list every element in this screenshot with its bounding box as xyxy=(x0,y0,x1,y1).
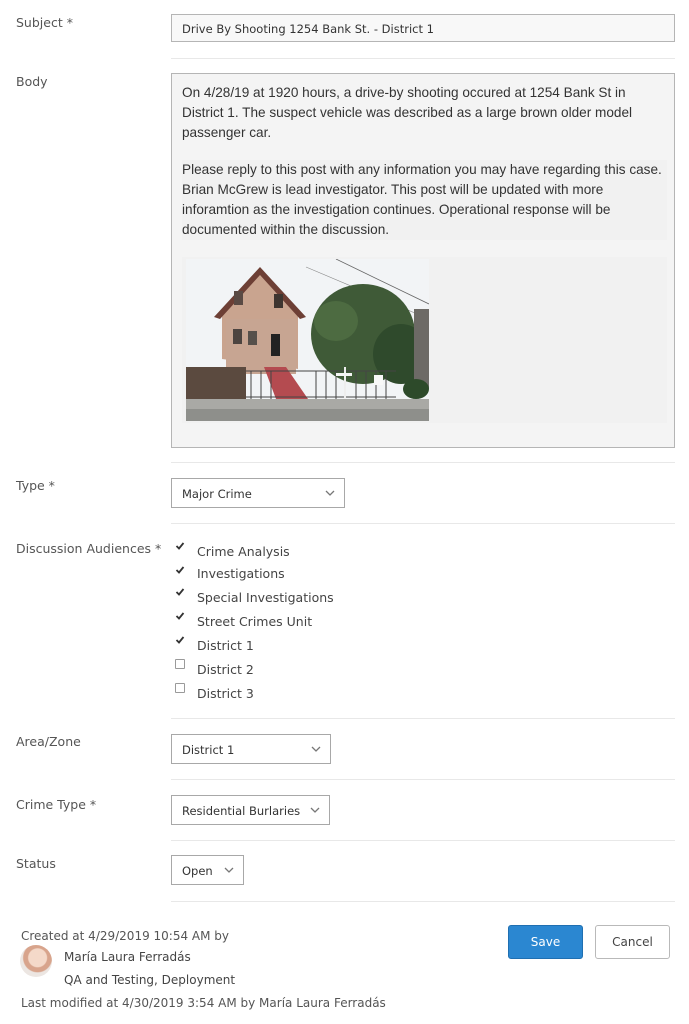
chevron-down-icon xyxy=(311,746,321,752)
subject-label: Subject * xyxy=(16,15,73,30)
author-name[interactable]: María Laura Ferradás xyxy=(64,950,191,964)
area-zone-label: Area/Zone xyxy=(16,734,81,749)
divider xyxy=(171,523,675,524)
divider xyxy=(171,901,675,902)
audiences-label: Discussion Audiences * xyxy=(16,541,162,556)
divider xyxy=(171,779,675,780)
divider xyxy=(171,58,675,59)
save-button[interactable]: Save xyxy=(508,925,583,959)
audience-label: Street Crimes Unit xyxy=(197,614,313,629)
checkbox-crime-analysis[interactable] xyxy=(175,541,185,551)
body-editor[interactable]: On 4/28/19 at 1920 hours, a drive-by sho… xyxy=(171,73,675,448)
status-value: Open xyxy=(182,864,213,878)
body-label: Body xyxy=(16,74,48,89)
checkbox-district-3[interactable] xyxy=(175,683,185,693)
type-select[interactable]: Major Crime xyxy=(171,478,345,508)
crime-type-value: Residential Burlaries xyxy=(182,804,301,818)
body-paragraph: On 4/28/19 at 1920 hours, a drive-by sho… xyxy=(182,85,633,140)
status-label: Status xyxy=(16,856,56,871)
divider xyxy=(171,840,675,841)
checkbox-district-2[interactable] xyxy=(175,659,185,669)
audience-label: District 2 xyxy=(197,662,254,677)
modified-info: Last modified at 4/30/2019 3:54 AM by Ma… xyxy=(21,996,386,1010)
crime-type-label: Crime Type * xyxy=(16,797,97,812)
cancel-button[interactable]: Cancel xyxy=(595,925,670,959)
checkbox-district-1[interactable] xyxy=(175,635,185,645)
audience-label: Special Investigations xyxy=(197,590,334,605)
house-photo xyxy=(186,259,429,421)
checkbox-special-investigations[interactable] xyxy=(175,587,185,597)
subject-input[interactable]: Drive By Shooting 1254 Bank St. - Distri… xyxy=(171,14,675,42)
type-value: Major Crime xyxy=(182,487,252,501)
chevron-down-icon xyxy=(310,807,320,813)
audience-label: Crime Analysis xyxy=(197,544,290,559)
status-select[interactable]: Open xyxy=(171,855,244,885)
audience-label: District 3 xyxy=(197,686,254,701)
created-info: Created at 4/29/2019 10:54 AM by xyxy=(21,929,230,943)
avatar xyxy=(20,945,52,977)
checkbox-investigations[interactable] xyxy=(175,565,185,575)
audience-label: District 1 xyxy=(197,638,254,653)
area-zone-select[interactable]: District 1 xyxy=(171,734,331,764)
area-zone-value: District 1 xyxy=(182,743,235,757)
type-label: Type * xyxy=(16,478,55,493)
divider xyxy=(171,462,675,463)
crime-type-select[interactable]: Residential Burlaries xyxy=(171,795,330,825)
audience-label: Investigations xyxy=(197,566,285,581)
checkbox-street-crimes-unit[interactable] xyxy=(175,611,185,621)
divider xyxy=(171,718,675,719)
body-paragraph: Please reply to this post with any infor… xyxy=(182,160,667,240)
chevron-down-icon xyxy=(224,867,234,873)
author-org: QA and Testing, Deployment xyxy=(64,973,236,987)
chevron-down-icon xyxy=(325,490,335,496)
image-container xyxy=(182,257,667,423)
